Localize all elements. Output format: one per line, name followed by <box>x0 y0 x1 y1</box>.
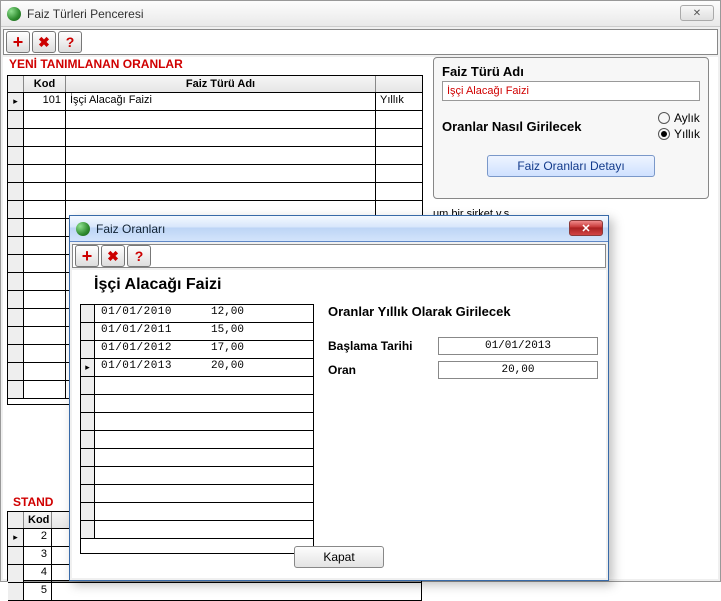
grid-corner <box>8 76 24 92</box>
table-row[interactable] <box>8 147 422 165</box>
radio-icon <box>658 128 670 140</box>
table-row[interactable]: 01/01/2012 17,00 <box>81 341 313 359</box>
help-button[interactable]: ? <box>58 31 82 53</box>
x-icon: ✖ <box>38 34 50 51</box>
dialog-close-button[interactable]: ✕ <box>569 220 603 236</box>
cell-rate: 12,00 <box>205 305 275 322</box>
col-header-period <box>376 76 422 92</box>
add-button[interactable]: + <box>6 31 30 53</box>
table-row[interactable] <box>81 395 313 413</box>
dialog-add-button[interactable]: + <box>75 245 99 267</box>
col-header-kod[interactable]: Kod <box>24 76 66 92</box>
rates-grid[interactable]: 01/01/2010 12,00 01/01/2011 15,00 01/01/… <box>80 304 314 554</box>
mode-text: Oranlar Yıllık Olarak Girilecek <box>328 304 598 319</box>
main-window-close-button[interactable]: ✕ <box>680 5 714 21</box>
table-row[interactable] <box>8 111 422 129</box>
cell-rate: 15,00 <box>205 323 275 340</box>
cell-date: 01/01/2010 <box>95 305 205 322</box>
table-row[interactable]: 5 <box>8 583 422 601</box>
dialog-delete-button[interactable]: ✖ <box>101 245 125 267</box>
label-oranlar-nasil: Oranlar Nasıl Girilecek <box>442 119 650 134</box>
x-icon: ✖ <box>107 248 119 265</box>
start-date-input[interactable] <box>438 337 598 355</box>
cell-date: 01/01/2011 <box>95 323 205 340</box>
question-icon: ? <box>135 248 144 264</box>
radio-icon <box>658 112 670 124</box>
radio-yillik[interactable]: Yıllık <box>658 127 700 141</box>
rate-input[interactable] <box>438 361 598 379</box>
cell-kod: 101 <box>24 93 66 110</box>
label-faiz-turu-adi: Faiz Türü Adı <box>442 64 700 79</box>
main-window-title: Faiz Türleri Penceresi <box>27 7 143 21</box>
row-pointer-icon: ▸ <box>8 529 24 546</box>
table-row[interactable] <box>81 377 313 395</box>
table-row[interactable] <box>81 449 313 467</box>
cell-rate: 17,00 <box>205 341 275 358</box>
globe-icon <box>76 222 90 236</box>
cell-date: 01/01/2013 <box>95 359 205 376</box>
row-pointer-icon: ▸ <box>81 359 95 376</box>
label-rate: Oran <box>328 363 428 377</box>
faiz-oranlari-detayi-button[interactable]: Faiz Oranları Detayı <box>487 155 655 177</box>
main-toolbar: + ✖ ? <box>3 29 718 55</box>
table-row[interactable] <box>8 165 422 183</box>
main-titlebar[interactable]: Faiz Türleri Penceresi ✕ <box>1 1 720 27</box>
table-row[interactable] <box>81 413 313 431</box>
close-icon: ✕ <box>581 222 590 235</box>
std-col-kod[interactable]: Kod <box>24 512 52 528</box>
table-row[interactable]: ▸ 101 İşçi Alacağı Faizi Yıllık <box>8 93 422 111</box>
dialog-titlebar[interactable]: Faiz Oranları ✕ <box>70 216 608 242</box>
cell-rate: 20,00 <box>205 359 275 376</box>
table-row[interactable] <box>81 431 313 449</box>
table-row[interactable]: 01/01/2011 15,00 <box>81 323 313 341</box>
detail-panel: Faiz Türü Adı Oranlar Nasıl Girilecek Ay… <box>433 57 709 199</box>
standard-rates-header: STAND <box>7 495 59 511</box>
row-pointer-icon: ▸ <box>8 93 24 110</box>
table-row[interactable] <box>81 503 313 521</box>
rates-dialog: Faiz Oranları ✕ + ✖ ? İşçi Alacağı Faizi… <box>69 215 609 581</box>
grid-header-row: Kod Faiz Türü Adı <box>8 76 422 93</box>
radio-aylik[interactable]: Aylık <box>658 111 700 125</box>
cell-date: 01/01/2012 <box>95 341 205 358</box>
dialog-help-button[interactable]: ? <box>127 245 151 267</box>
question-icon: ? <box>66 34 75 50</box>
table-row[interactable] <box>8 183 422 201</box>
col-header-ad[interactable]: Faiz Türü Adı <box>66 76 376 92</box>
faiz-turu-adi-input[interactable] <box>442 81 700 101</box>
table-row[interactable] <box>8 129 422 147</box>
radio-label: Aylık <box>674 111 700 125</box>
dialog-body: İşçi Alacağı Faizi 01/01/2010 12,00 01/0… <box>72 270 606 578</box>
table-row[interactable]: 01/01/2010 12,00 <box>81 305 313 323</box>
table-row[interactable]: ▸ 01/01/2013 20,00 <box>81 359 313 377</box>
table-row[interactable] <box>81 521 313 539</box>
table-row[interactable] <box>81 485 313 503</box>
delete-button[interactable]: ✖ <box>32 31 56 53</box>
dialog-toolbar: + ✖ ? <box>72 244 606 268</box>
close-icon: ✕ <box>693 8 701 19</box>
rate-edit-form: Oranlar Yıllık Olarak Girilecek Başlama … <box>328 304 598 554</box>
cell-ad: İşçi Alacağı Faizi <box>66 93 376 110</box>
table-row[interactable] <box>81 467 313 485</box>
dialog-heading: İşçi Alacağı Faizi <box>94 276 598 294</box>
cell-period: Yıllık <box>376 93 422 110</box>
period-radio-group: Aylık Yıllık <box>658 111 700 141</box>
label-start-date: Başlama Tarihi <box>328 339 428 353</box>
dialog-close-btn-kapat[interactable]: Kapat <box>294 546 384 568</box>
globe-icon <box>7 7 21 21</box>
dialog-title: Faiz Oranları <box>96 222 165 236</box>
radio-label: Yıllık <box>674 127 700 141</box>
